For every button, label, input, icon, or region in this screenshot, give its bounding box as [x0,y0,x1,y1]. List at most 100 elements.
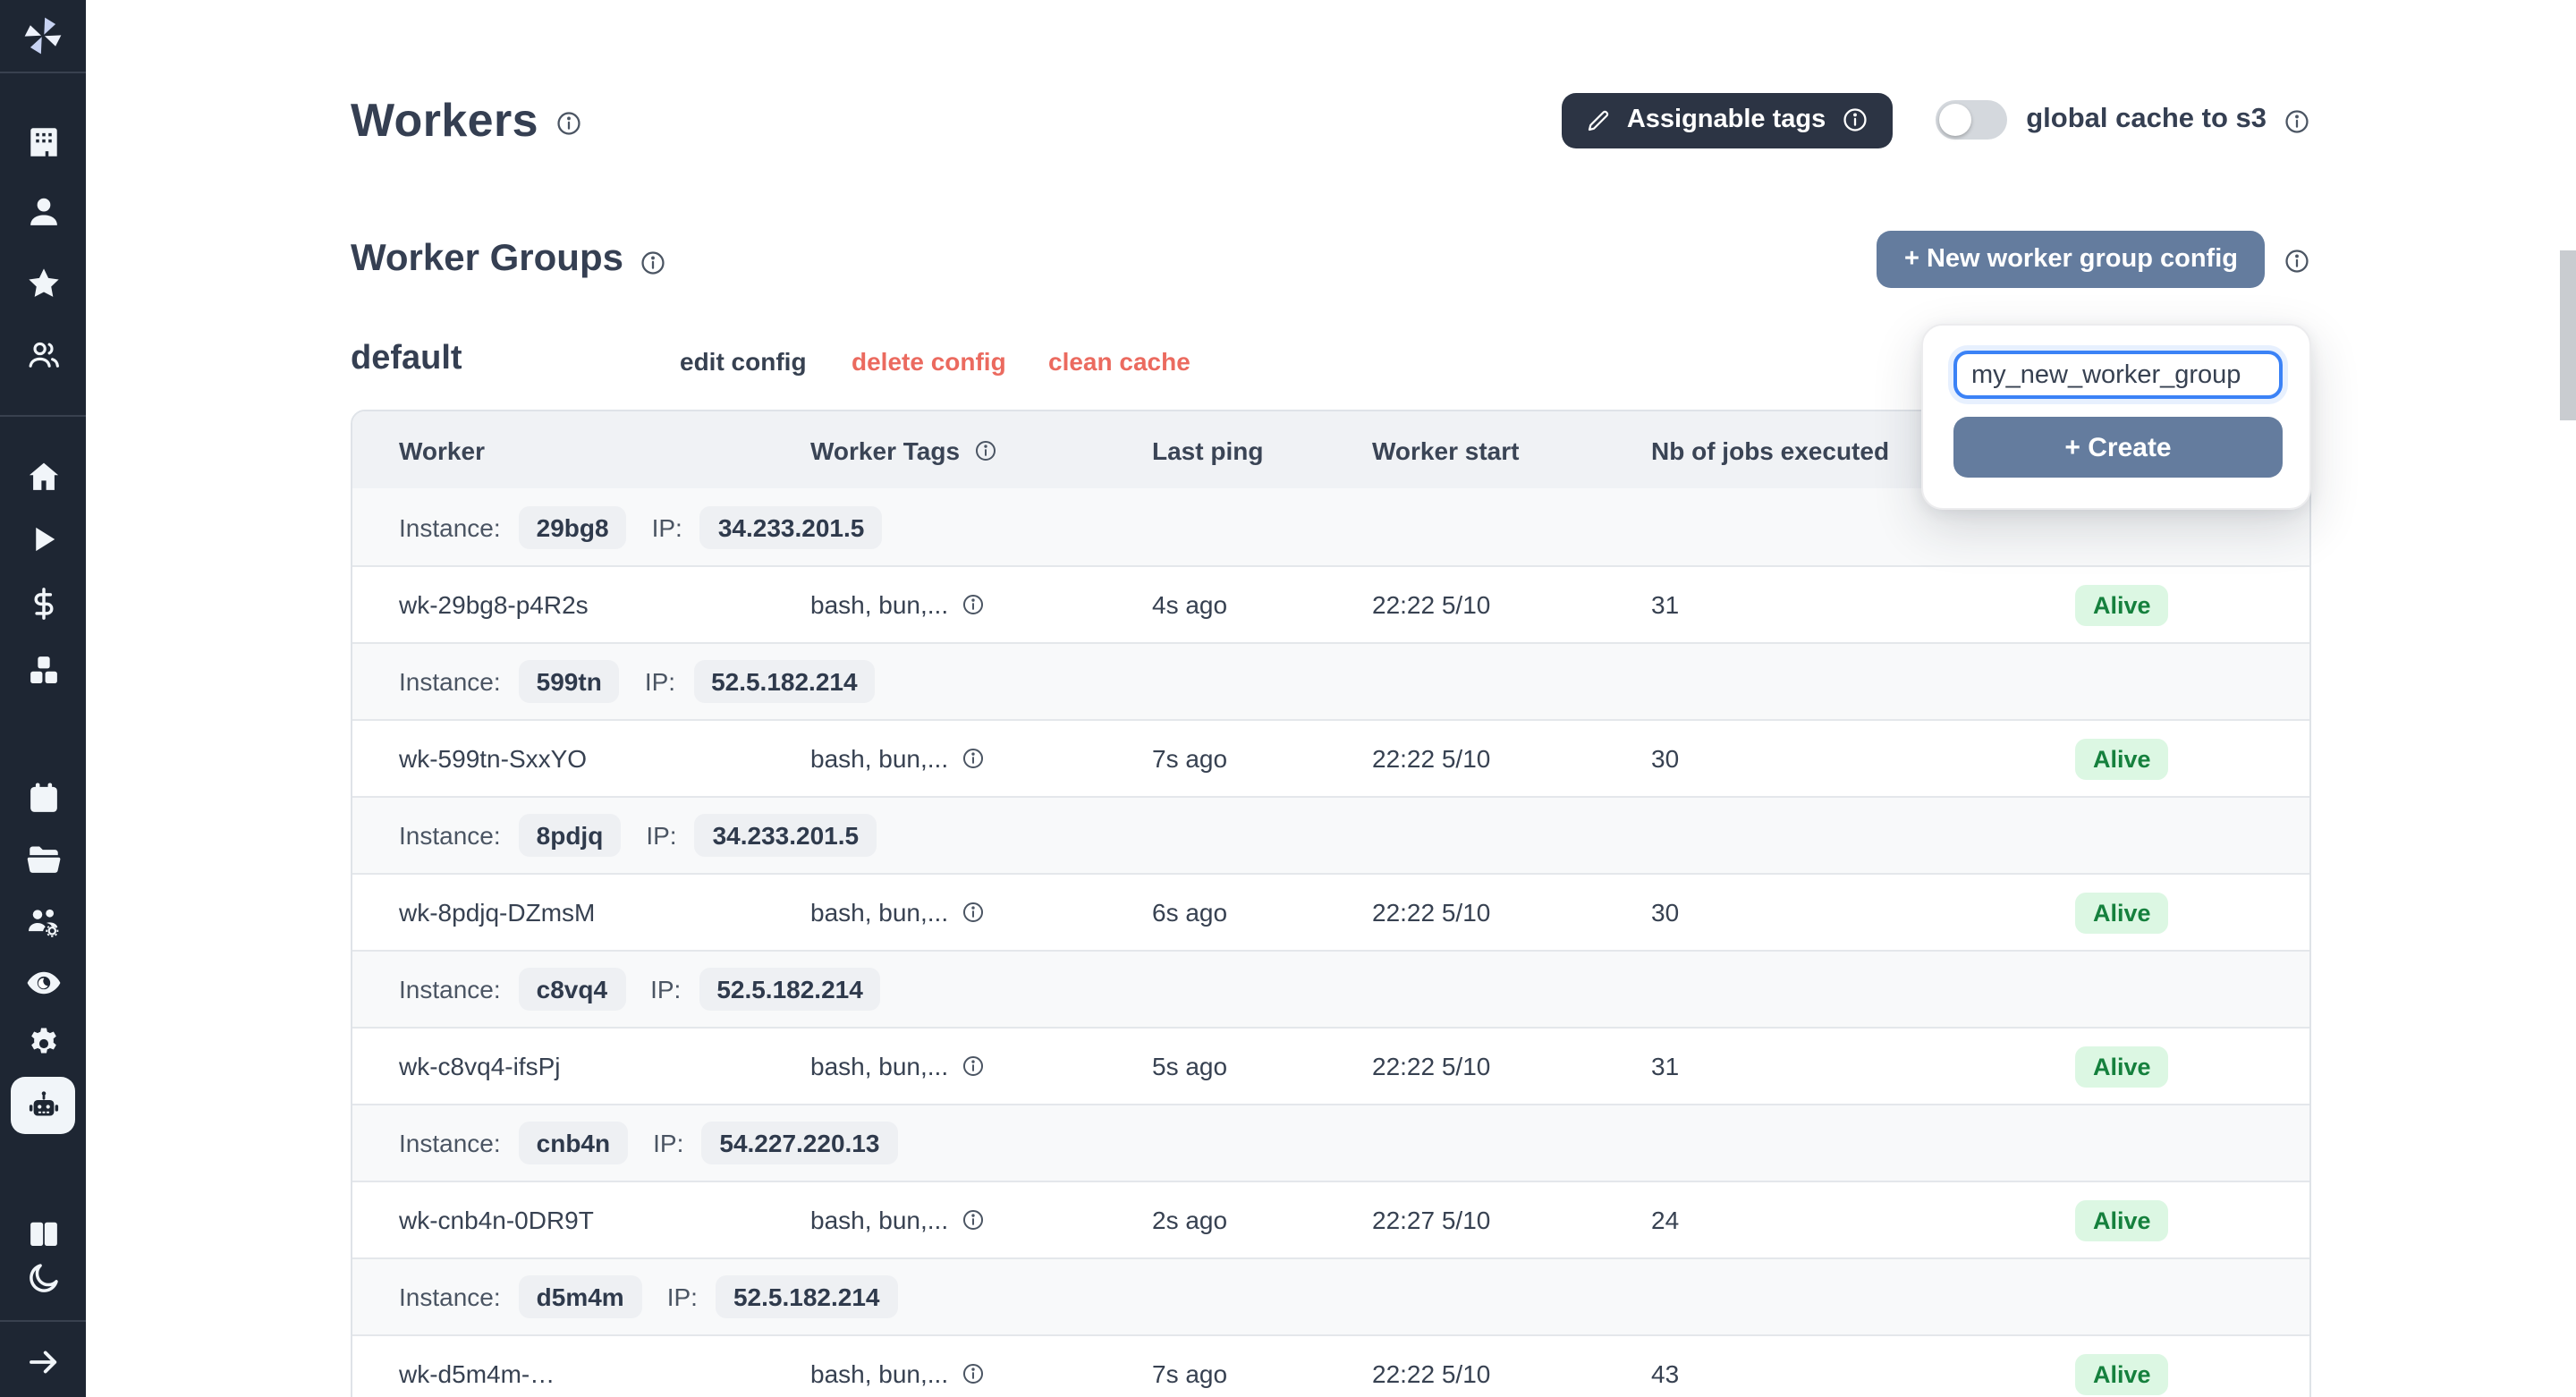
page-scrollbar[interactable] [2560,0,2576,1397]
worker-groups-info-icon[interactable] [640,249,668,277]
worker-row: wk-c8vq4-ifsPjbash, bun,...5s ago22:22 5… [352,1027,2309,1104]
tags-info-icon[interactable] [961,592,986,617]
worker-name: wk-8pdjq-DZmsM [399,898,810,927]
workers-table: WorkerWorker TagsLast pingWorker startNb… [351,410,2311,1397]
jobs-executed: 30 [1651,744,2075,773]
cubes-icon [24,650,62,688]
tags-info-icon[interactable] [961,1054,986,1079]
worker-start: 22:22 5/10 [1372,1052,1651,1080]
instance-label: Instance: [399,975,501,1003]
worker-tags: bash, bun,... [810,1052,1152,1080]
home-icon [24,457,62,495]
ip-label: IP: [645,667,675,696]
new-worker-group-button[interactable]: + New worker group config [1877,231,2265,288]
global-cache-label: global cache to s3 [2026,104,2267,136]
tags-info-icon[interactable] [961,746,986,771]
instance-id-badge: cnb4n [519,1122,628,1164]
worker-tags: bash, bun,... [810,590,1152,619]
new-worker-group-popup: + Create [1921,324,2311,510]
ip-label: IP: [646,821,676,850]
workers-page: Workers Assignable tags global cache to … [0,0,2576,1397]
create-button[interactable]: + Create [1953,417,2283,478]
users-icon [24,335,62,373]
tags-info-icon[interactable] [961,1361,986,1386]
arrow-right-icon [24,1342,62,1380]
instance-label: Instance: [399,1129,501,1157]
instance-label: Instance: [399,667,501,696]
sidebar-item-folder[interactable] [11,830,75,887]
sidebar-item-dollar[interactable] [11,574,75,631]
sidebar-item-users[interactable] [11,326,75,383]
delete-config-link[interactable]: delete config [852,347,1006,376]
windmill-logo[interactable] [20,13,66,59]
instance-id-badge: 29bg8 [519,505,627,548]
jobs-executed: 24 [1651,1206,2075,1234]
sidebar-item-robot[interactable] [11,1077,75,1134]
worker-tags: bash, bun,... [810,1206,1152,1234]
instance-ip-badge: 34.233.201.5 [695,814,877,857]
last-ping: 4s ago [1152,590,1372,619]
sidebar-item-calendar[interactable] [11,769,75,826]
edit-config-link[interactable]: edit config [680,347,807,376]
sidebar-item-play[interactable] [11,510,75,567]
scrollbar-thumb[interactable] [2560,250,2576,420]
instance-ip-badge: 52.5.182.214 [699,968,881,1011]
instance-label: Instance: [399,821,501,850]
page-title: Workers [351,92,538,148]
instance-row: Instance:cnb4nIP:54.227.220.13 [352,1104,2309,1181]
assignable-tags-info-icon[interactable] [1840,106,1868,134]
sidebar-item-home[interactable] [11,447,75,504]
last-ping: 5s ago [1152,1052,1372,1080]
workers-info-icon[interactable] [555,109,583,138]
last-ping: 6s ago [1152,898,1372,927]
group-name: default [351,340,462,379]
sidebar-item-eye[interactable] [11,953,75,1011]
worker-tags: bash, bun,... [810,898,1152,927]
worker-row: wk-8pdjq-DZmsMbash, bun,...6s ago22:22 5… [352,873,2309,950]
instance-row: Instance: 8pdjq IP: 34.233.201.5 [352,796,2309,873]
worker-tags-info-icon[interactable] [972,437,997,462]
tags-info-icon[interactable] [961,900,986,925]
sidebar-item-gear[interactable] [11,1014,75,1071]
assignable-tags-button[interactable]: Assignable tags [1563,92,1892,148]
clean-cache-link[interactable]: clean cache [1048,347,1191,376]
worker-tags: bash, bun,... [810,744,1152,773]
worker-start: 22:22 5/10 [1372,1359,1651,1388]
worker-name: wk-29bg8-p4R2s [399,590,810,619]
sidebar-item-user[interactable] [11,182,75,240]
sidebar-divider [0,415,86,417]
sidebar-divider [0,72,86,73]
global-cache-toggle[interactable] [1935,100,2006,140]
tags-info-icon[interactable] [961,1207,986,1232]
worker-start: 22:22 5/10 [1372,590,1651,619]
toggle-knob [1938,104,1970,136]
sidebar-item-building[interactable] [11,113,75,170]
column-header: Worker [399,436,810,464]
worker-start: 22:27 5/10 [1372,1206,1651,1234]
sidebar-item-arrow-right[interactable] [11,1333,75,1390]
global-cache-info-icon[interactable] [2283,107,2311,136]
sidebar-divider [0,1320,86,1322]
pencil-icon [1586,106,1613,133]
worker-group-name-input[interactable] [1953,351,2283,399]
worker-name: wk-cnb4n-0DR9T [399,1206,810,1234]
sidebar-item-moon[interactable] [11,1249,75,1306]
worker-groups-title: Worker Groups [351,238,623,281]
ip-label: IP: [667,1283,698,1311]
worker-row: wk-cnb4n-0DR9Tbash, bun,...2s ago22:27 5… [352,1181,2309,1257]
worker-row: wk-599tn-SxxYObash, bun,...7s ago22:22 5… [352,719,2309,796]
instance-id-badge: 8pdjq [519,814,622,857]
instance-id-badge: d5m4m [519,1275,642,1318]
worker-name: wk-d5m4m-… [399,1359,810,1388]
eye-icon [24,963,62,1001]
folder-icon [24,840,62,877]
page-header: Workers Assignable tags global cache to … [351,86,2311,154]
users-gear-icon [24,902,62,940]
sidebar-item-star[interactable] [11,254,75,311]
new-worker-group-info-icon[interactable] [2283,247,2311,275]
instance-label: Instance: [399,512,501,541]
last-ping: 7s ago [1152,1359,1372,1388]
sidebar-item-users-gear[interactable] [11,893,75,950]
sidebar-item-cubes[interactable] [11,640,75,698]
worker-row: wk-d5m4m-…bash, bun,...7s ago22:22 5/104… [352,1334,2309,1397]
